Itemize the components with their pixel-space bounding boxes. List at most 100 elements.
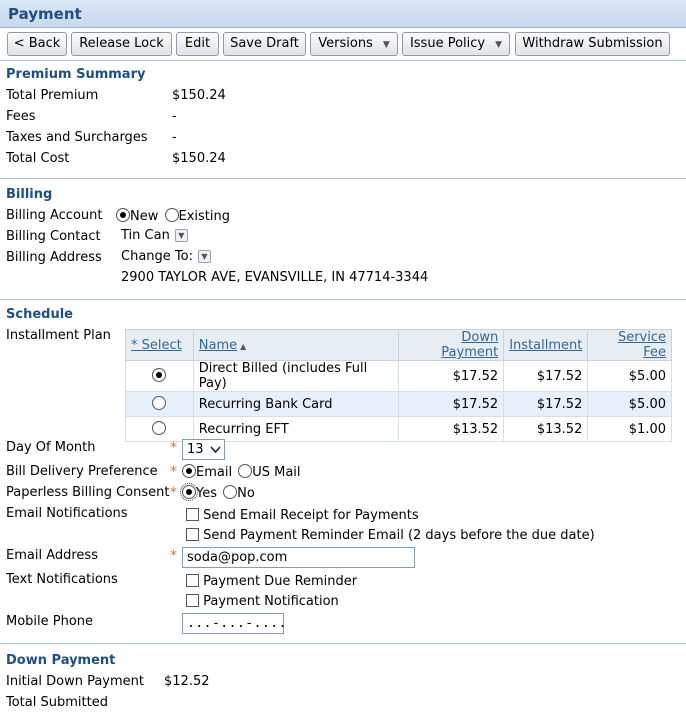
section-divider xyxy=(0,643,686,644)
installment-cell: $13.52 xyxy=(503,416,589,442)
withdraw-submission-button[interactable]: Withdraw Submission xyxy=(515,32,670,56)
fees-value: - xyxy=(172,109,177,124)
issue-policy-label: Issue Policy xyxy=(409,36,486,51)
down-payment-cell: $17.52 xyxy=(397,360,505,392)
plan-name-cell: Direct Billed (includes Full Pay) xyxy=(192,360,399,392)
plan-name-cell: Recurring Bank Card xyxy=(192,391,399,417)
billing-account-new-radio[interactable] xyxy=(116,208,130,222)
plan-radio[interactable] xyxy=(152,396,167,410)
required-marker: * xyxy=(170,440,177,456)
table-row[interactable]: Recurring Bank Card $17.52 $17.52 $5.00 xyxy=(125,391,672,417)
service-fee-cell: $5.00 xyxy=(587,360,672,392)
delivery-email-label: Email xyxy=(196,465,233,480)
column-installment[interactable]: Installment xyxy=(503,329,589,361)
email-notif-option: Send Payment Reminder Email (2 days befo… xyxy=(186,528,595,543)
taxes-label: Taxes and Surcharges xyxy=(6,130,148,145)
versions-dropdown-button[interactable]: Versions ▼ xyxy=(310,32,398,56)
email-receipt-checkbox[interactable] xyxy=(186,508,199,521)
total-submitted-label: Total Submitted xyxy=(6,695,108,710)
installment-plan-label: Installment Plan xyxy=(6,328,111,343)
installment-cell: $17.52 xyxy=(503,360,589,392)
paperless-no-radio[interactable] xyxy=(223,485,238,499)
column-select[interactable]: * Select xyxy=(125,329,194,361)
chevron-down-icon[interactable]: ▼ xyxy=(197,250,211,263)
total-premium-label: Total Premium xyxy=(6,88,99,103)
table-row[interactable]: Direct Billed (includes Full Pay) $17.52… xyxy=(125,360,672,392)
payment-reminder-checkbox[interactable] xyxy=(186,528,199,541)
bill-delivery-label: Bill Delivery Preference xyxy=(6,464,158,479)
plan-radio[interactable] xyxy=(152,421,167,435)
issue-policy-dropdown-button[interactable]: Issue Policy ▼ xyxy=(402,32,510,56)
plan-radio[interactable] xyxy=(152,368,167,382)
email-receipt-label: Send Email Receipt for Payments xyxy=(203,508,419,523)
required-marker: * xyxy=(170,548,177,564)
payment-notification-checkbox[interactable] xyxy=(186,594,199,607)
edit-button[interactable]: Edit xyxy=(176,32,219,56)
plan-name-cell: Recurring EFT xyxy=(192,416,399,442)
row-select-cell xyxy=(125,360,194,392)
billing-heading: Billing xyxy=(6,187,53,202)
day-of-month-select[interactable]: 13 xyxy=(182,439,225,460)
versions-label: Versions xyxy=(318,36,373,51)
mobile-phone-input[interactable]: ...-...-.... xyxy=(182,613,286,634)
paperless-radio-group: Yes No xyxy=(180,483,255,501)
premium-summary-heading: Premium Summary xyxy=(6,67,146,82)
row-select-cell xyxy=(125,391,194,417)
delivery-usmail-radio[interactable] xyxy=(238,464,253,478)
total-premium-value: $150.24 xyxy=(172,88,226,103)
text-notifications-label: Text Notifications xyxy=(6,572,118,587)
delivery-email-radio[interactable] xyxy=(182,464,196,478)
day-of-month-label: Day Of Month xyxy=(6,440,96,455)
page-title: Payment xyxy=(8,5,82,23)
service-fee-cell: $1.00 xyxy=(587,416,672,442)
fees-label: Fees xyxy=(6,109,36,124)
total-cost-label: Total Cost xyxy=(6,151,70,166)
billing-contact-label: Billing Contact xyxy=(6,229,101,244)
installment-plan-table: * Select Name ▲ Down Payment Installment … xyxy=(125,329,672,442)
chevron-down-icon xyxy=(210,446,221,454)
down-payment-heading: Down Payment xyxy=(6,653,116,668)
text-notif-option: Payment Due Reminder xyxy=(186,574,357,589)
email-address-input[interactable]: soda@pop.com xyxy=(182,547,415,568)
section-divider xyxy=(0,299,686,300)
email-address-label: Email Address xyxy=(6,548,98,563)
section-divider xyxy=(0,60,686,61)
schedule-heading: Schedule xyxy=(6,307,73,322)
installment-cell: $17.52 xyxy=(503,391,589,417)
billing-account-existing-label: Existing xyxy=(178,209,231,224)
section-divider xyxy=(0,178,686,179)
service-fee-cell: $5.00 xyxy=(587,391,672,417)
mobile-phone-label: Mobile Phone xyxy=(6,614,94,629)
billing-account-existing-radio[interactable] xyxy=(164,208,179,222)
column-down-payment[interactable]: Down Payment xyxy=(397,329,505,361)
email-notifications-label: Email Notifications xyxy=(6,506,128,521)
delivery-usmail-label: US Mail xyxy=(252,465,301,480)
text-notif-option: Payment Notification xyxy=(186,594,339,609)
billing-address-label: Billing Address xyxy=(6,250,102,265)
billing-account-new-label: New xyxy=(130,209,159,224)
billing-account-label: Billing Account xyxy=(6,208,103,223)
table-row[interactable]: Recurring EFT $13.52 $13.52 $1.00 xyxy=(125,416,672,442)
toolbar: < Back Release Lock Edit Save Draft Vers… xyxy=(0,29,686,59)
chevron-down-icon[interactable]: ▼ xyxy=(174,229,188,242)
change-to-label: Change To: xyxy=(121,249,193,264)
column-service-fee[interactable]: Service Fee xyxy=(587,329,672,361)
day-of-month-value: 13 xyxy=(187,442,204,457)
initial-down-payment-value: $12.52 xyxy=(164,674,210,689)
payment-due-reminder-checkbox[interactable] xyxy=(186,574,199,587)
billing-account-radio-group: New Existing xyxy=(116,208,230,224)
paperless-yes-radio[interactable] xyxy=(180,483,198,501)
payment-reminder-label: Send Payment Reminder Email (2 days befo… xyxy=(203,528,595,543)
initial-down-payment-label: Initial Down Payment xyxy=(6,674,144,689)
required-marker: * xyxy=(170,464,177,480)
back-button[interactable]: < Back xyxy=(7,32,67,56)
column-name[interactable]: Name ▲ xyxy=(192,329,399,361)
chevron-down-icon: ▼ xyxy=(495,40,503,50)
down-payment-cell: $17.52 xyxy=(397,391,505,417)
table-header-row: * Select Name ▲ Down Payment Installment … xyxy=(125,329,672,361)
release-lock-button[interactable]: Release Lock xyxy=(71,32,172,56)
column-name-label: Name xyxy=(198,337,238,353)
save-draft-button[interactable]: Save Draft xyxy=(223,32,306,56)
billing-address-change: Change To: ▼ xyxy=(121,249,211,264)
sort-ascending-icon: ▲ xyxy=(240,341,247,351)
